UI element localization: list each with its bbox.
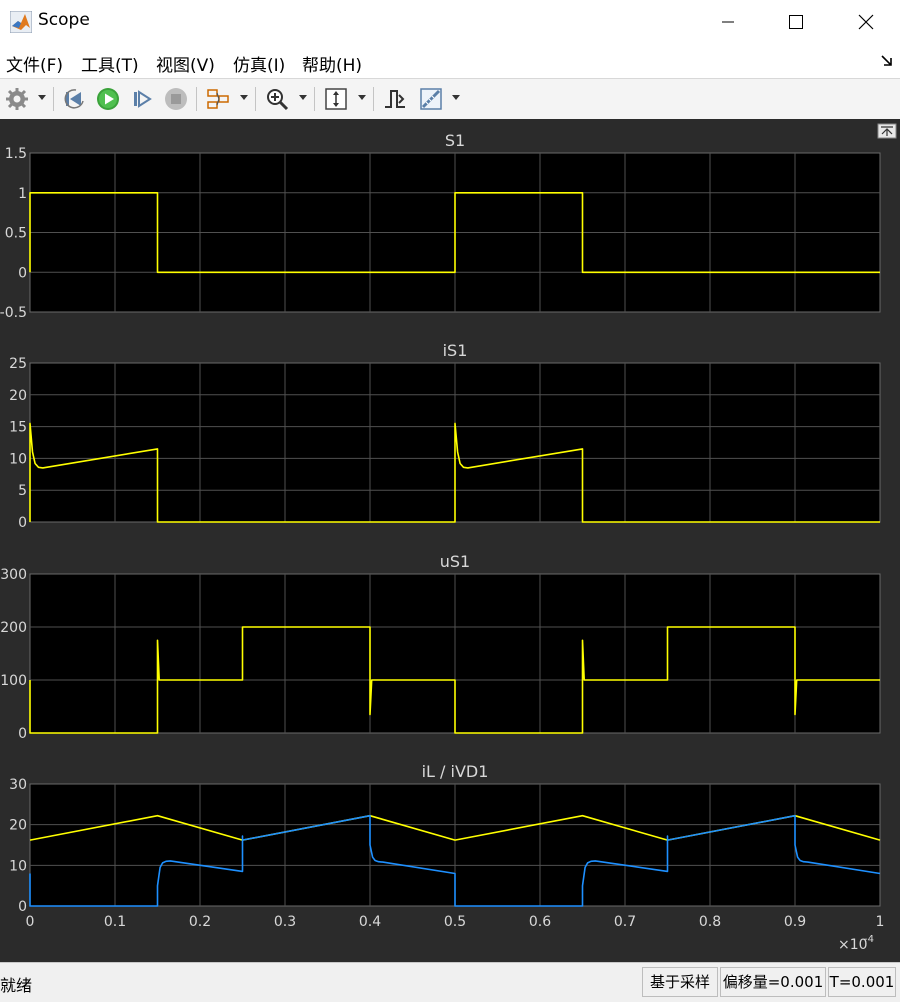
toolbar-separator: [255, 87, 256, 111]
minimize-button[interactable]: [705, 0, 751, 44]
x-tick-label: 0.1: [104, 914, 126, 930]
triggers-icon[interactable]: [383, 87, 407, 111]
y-tick-label: 5: [18, 483, 27, 499]
x-tick-label: 0.4: [359, 914, 381, 930]
menu-tools[interactable]: 工具(T): [81, 51, 139, 76]
axes-title: iL / iVD1: [422, 762, 489, 781]
settings-dropdown-icon[interactable]: [38, 95, 46, 101]
x-tick-label: 1: [876, 914, 885, 930]
run-icon[interactable]: [96, 87, 120, 111]
close-icon: [858, 14, 874, 30]
status-text: 就绪: [0, 976, 33, 995]
signal-selector-dropdown-icon[interactable]: [240, 95, 248, 101]
toolbar-separator: [314, 87, 315, 111]
settings-gear-icon[interactable]: [5, 87, 29, 111]
step-forward-icon[interactable]: [130, 87, 154, 111]
toolbar-separator: [196, 87, 197, 111]
y-tick-label: 20: [9, 388, 27, 404]
x-tick-label: 0.7: [614, 914, 636, 930]
axes-title: S1: [445, 131, 465, 150]
y-tick-label: 25: [9, 356, 27, 372]
menu-help[interactable]: 帮助(H): [302, 51, 362, 76]
y-tick-label: -0.5: [0, 305, 27, 321]
x-tick-label: 0: [26, 914, 35, 930]
toolbar-separator: [53, 87, 54, 111]
autoscale-icon[interactable]: [324, 87, 348, 111]
y-tick-label: 1: [18, 186, 27, 202]
y-tick-label: 10: [9, 858, 27, 874]
y-tick-label: 300: [0, 567, 27, 583]
menu-view[interactable]: 视图(V): [156, 51, 215, 76]
scope-plots[interactable]: -0.500.511.5S10510152025iS10100200300uS1…: [0, 119, 900, 962]
x-tick-label: 0.5: [444, 914, 466, 930]
scope-axes-2: 0 5 10 15 20 25 iS1: [9, 341, 881, 531]
y-tick-label: 30: [9, 777, 27, 793]
y-tick-label: 10: [9, 451, 27, 467]
x-tick-label: 0.2: [189, 914, 211, 930]
scope-plot-area: -0.5 0 0.5 1 1.5 S1 0 5 10 15 20 25 iS1 0 100 200 300 uS1…: [0, 119, 900, 962]
y-tick-label: 0: [18, 726, 27, 742]
matlab-logo-icon: [10, 11, 32, 33]
cursor-measurements-icon[interactable]: [419, 87, 443, 111]
step-back-icon[interactable]: [62, 87, 86, 111]
measurements-dropdown-icon[interactable]: [452, 95, 460, 101]
y-tick-label: 0: [18, 515, 27, 531]
zoom-dropdown-icon[interactable]: [299, 95, 307, 101]
toolbar-separator: [373, 87, 374, 111]
status-bar: 就绪 基于采样 偏移量=0.001 T=0.001: [0, 962, 900, 1002]
toolbar: [0, 78, 900, 120]
y-tick-label: 20: [9, 818, 27, 834]
autoscale-dropdown-icon[interactable]: [358, 95, 366, 101]
x-tick-label: 0.8: [699, 914, 721, 930]
stop-icon[interactable]: [164, 87, 188, 111]
axes-title: uS1: [440, 552, 470, 571]
menu-bar: 文件(F) 工具(T) 视图(V) 仿真(I) 帮助(H): [0, 44, 900, 78]
x-tick-label: 0.6: [529, 914, 551, 930]
y-tick-label: 100: [0, 673, 27, 689]
zoom-in-icon[interactable]: [265, 87, 289, 111]
x-tick-label: 0.3: [274, 914, 296, 930]
status-sample-mode: 基于采样: [642, 967, 718, 997]
scope-axes-1: -0.5 0 0.5 1 1.5 S1: [0, 131, 881, 321]
minimize-icon: [722, 21, 734, 23]
y-tick-label: 15: [9, 420, 27, 436]
title-bar: Scope: [0, 0, 900, 44]
maximize-button[interactable]: [773, 0, 819, 44]
status-offset: 偏移量=0.001: [720, 967, 826, 997]
status-time: T=0.001: [828, 967, 896, 997]
undock-axes-icon[interactable]: [877, 123, 897, 139]
x-tick-label: 0.9: [784, 914, 806, 930]
menu-simulation[interactable]: 仿真(I): [233, 51, 285, 76]
close-button[interactable]: [843, 0, 889, 44]
y-tick-label: 1.5: [5, 146, 27, 162]
window-title: Scope: [38, 10, 90, 30]
signal-selector-icon[interactable]: [206, 87, 230, 111]
y-tick-label: 0: [18, 899, 27, 915]
maximize-icon: [789, 15, 803, 29]
x-exponent-power: -4: [864, 934, 874, 945]
y-tick-label: 0: [18, 265, 27, 281]
menu-file[interactable]: 文件(F): [6, 51, 63, 76]
scope-axes-3: 0 100 200 300 uS1: [0, 552, 881, 742]
y-tick-label: 200: [0, 620, 27, 636]
axes-title: iS1: [443, 341, 468, 360]
scope-axes-4: 0 10 20 30 iL / iVD1 0 0.1 0.2 0.3 0.4 0.5 0.6 0.7 0.…: [9, 762, 884, 953]
dock-arrow-icon[interactable]: [880, 53, 894, 67]
y-tick-label: 0.5: [5, 226, 27, 242]
